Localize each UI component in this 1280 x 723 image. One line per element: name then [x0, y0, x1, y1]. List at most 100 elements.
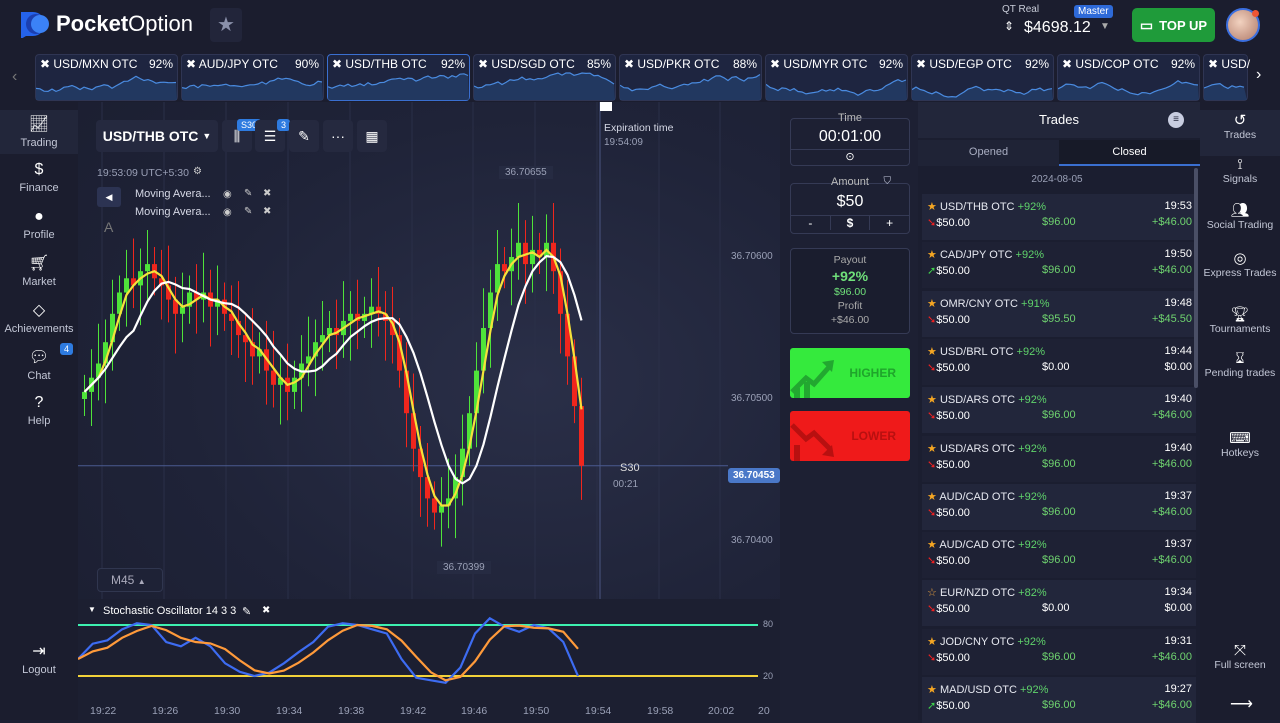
trade-row[interactable]: ★ USD/ARS OTC +92% 19:40 ➘$50.00 $96.00 +$46…	[922, 387, 1196, 434]
sidebar-item-logout[interactable]: ⇥ Logout	[0, 637, 78, 681]
avatar[interactable]	[1226, 8, 1260, 42]
chevron-down-icon[interactable]: ▼	[1100, 21, 1110, 32]
favorites-star-icon[interactable]: ★	[210, 8, 242, 42]
sidebar-item-trading[interactable]: 📈︎ Trading	[0, 110, 78, 154]
sidebar-item-tournaments[interactable]: 🏆︎ Tournaments	[1200, 307, 1280, 336]
switch-currency-icon[interactable]: ⇕	[1004, 19, 1014, 33]
sidebar-item-pending-trades[interactable]: ⌛︎ Pending trades	[1200, 351, 1280, 380]
ticker-2[interactable]: ✖ USD/THB OTC 92%	[327, 54, 470, 101]
pencil-icon[interactable]: ✎	[242, 605, 251, 618]
eye-icon[interactable]: ◉	[223, 189, 232, 200]
trade-row[interactable]: ★ MAD/USD OTC +92% 19:27 ➚$50.00 $96.00 +$46…	[922, 677, 1196, 723]
chevron-left-icon[interactable]: ‹	[12, 68, 17, 86]
star-outline-icon[interactable]: ☆	[927, 587, 937, 599]
star-icon[interactable]: ★	[927, 684, 937, 696]
higher-button[interactable]: HIGHER	[790, 348, 910, 398]
settings-gear-icon[interactable]: ⚙	[193, 166, 202, 177]
ticker-5[interactable]: ✖ USD/MYR OTC 92%	[765, 54, 908, 101]
amount-input[interactable]: Amount ⛉ $50 - $ +	[790, 176, 910, 234]
chevron-right-icon[interactable]: ›	[1256, 66, 1261, 84]
tab-closed[interactable]: Closed	[1059, 140, 1200, 166]
more-button[interactable]: ···	[323, 120, 353, 152]
star-icon[interactable]: ★	[927, 394, 937, 406]
sidebar-item-social-trading[interactable]: 👥︎ Social Trading	[1200, 203, 1280, 232]
clock-icon[interactable]: ⊙	[791, 149, 909, 163]
pencil-icon[interactable]: ✎	[244, 188, 252, 199]
star-icon[interactable]: ★	[927, 491, 937, 503]
trend-down-icon	[790, 423, 834, 461]
layout-button[interactable]: ▦	[357, 120, 387, 152]
collapse-indicators-button[interactable]: ◀	[97, 187, 121, 207]
arrow-right-icon[interactable]: ⟶	[1230, 694, 1253, 714]
sidebar-item-express-trades[interactable]: ◎ Express Trades	[1200, 251, 1280, 280]
sidebar-item-trades[interactable]: ↺ Trades	[1200, 110, 1280, 156]
trade-profit: +$46.00	[1151, 699, 1192, 711]
star-icon[interactable]: ★	[927, 298, 937, 310]
trade-row[interactable]: ★ CAD/JPY OTC +92% 19:50 ➚$50.00 $96.00 +$46…	[922, 242, 1196, 289]
pencil-icon[interactable]: ✎	[244, 206, 252, 217]
timeframe-selector[interactable]: M45 ▲	[97, 568, 163, 592]
list-menu-icon[interactable]: ≡	[1168, 112, 1184, 128]
time-value[interactable]: 00:01:00	[791, 128, 909, 146]
increase-amount-button[interactable]: +	[870, 216, 909, 230]
sidebar-item-chat[interactable]: 💬︎ Chat 4	[0, 343, 78, 387]
header: Pocket Option ★ QT Real Master ⇕ $4698.12…	[0, 0, 1280, 50]
account-selector[interactable]: QT Real Master ⇕ $4698.12 ▼	[1000, 3, 1120, 47]
close-icon[interactable]: ✖	[263, 206, 271, 217]
ticker-7[interactable]: ✖ USD/COP OTC 92%	[1057, 54, 1200, 101]
trade-row[interactable]: ★ AUD/CAD OTC +92% 19:37 ➘$50.00 $96.00 +$46…	[922, 483, 1196, 530]
top-up-button[interactable]: ▭ TOP UP	[1132, 8, 1215, 42]
decrease-amount-button[interactable]: -	[791, 216, 831, 230]
time-input[interactable]: Time 00:01:00 ⊙	[790, 112, 910, 166]
close-icon[interactable]: ✖	[262, 605, 270, 616]
candle-timer: 00:21	[613, 479, 639, 490]
logo[interactable]: Pocket Option	[18, 10, 193, 38]
trade-row[interactable]: ★ USD/THB OTC +92% 19:53 ➘$50.00 $96.00 +$46…	[922, 194, 1196, 240]
chart-area[interactable]: USD/THB OTC ▼ ⫼ S30 ☰ 3 ✎ ··· ▦ 19:53:09…	[78, 102, 780, 720]
trades-scrollbar[interactable]	[1194, 168, 1198, 388]
star-icon[interactable]: ★	[927, 636, 937, 648]
star-icon[interactable]: ★	[927, 443, 937, 455]
tab-opened[interactable]: Opened	[918, 140, 1059, 166]
arrow-down-icon: ➘	[927, 313, 937, 326]
trade-row[interactable]: ☆ EUR/NZD OTC +82% 19:34 ➘$50.00 $0.00 $0.00	[922, 580, 1196, 627]
ticker-1[interactable]: ✖ AUD/JPY OTC 90%	[181, 54, 324, 101]
sidebar-item-achievements[interactable]: ◇ Achievements	[0, 296, 78, 340]
trade-row[interactable]: ★ JOD/CNY OTC +92% 19:31 ➘$50.00 $96.00 +$46…	[922, 628, 1196, 675]
star-icon[interactable]: ★	[927, 539, 937, 551]
eye-icon[interactable]: ◉	[223, 207, 232, 218]
indicator-ma-1[interactable]: Moving Avera...	[135, 188, 211, 200]
lower-button[interactable]: LOWER	[790, 411, 910, 461]
star-icon[interactable]: ★	[927, 249, 937, 261]
ticker-3[interactable]: ✖ USD/SGD OTC 85%	[473, 54, 616, 101]
ticker-6[interactable]: ✖ USD/EGP OTC 92%	[911, 54, 1054, 101]
trade-row[interactable]: ★ AUD/CAD OTC +92% 19:37 ➘$50.00 $96.00 +$46…	[922, 532, 1196, 579]
sidebar-item-hotkeys[interactable]: ⌨ Hotkeys	[1200, 431, 1280, 460]
collapse-caret-icon[interactable]: ▼	[88, 605, 96, 614]
drawing-tools-button[interactable]: ✎	[289, 120, 319, 152]
close-icon[interactable]: ✖	[263, 188, 271, 199]
sidebar-item-signals[interactable]: ⟟ Signals	[1200, 157, 1280, 186]
star-icon[interactable]: ★	[927, 346, 937, 358]
indicator-ma-2[interactable]: Moving Avera...	[135, 206, 211, 218]
text-tool[interactable]: A	[104, 219, 113, 235]
trade-row[interactable]: ★ USD/ARS OTC +92% 19:40 ➘$50.00 $96.00 +$46…	[922, 435, 1196, 482]
sidebar-item-profile[interactable]: ● Profile	[0, 204, 78, 248]
amount-label: Amount	[831, 176, 869, 188]
amount-value[interactable]: $50	[791, 193, 909, 211]
currency-button[interactable]: $	[831, 216, 871, 230]
sidebar-item-full-screen[interactable]: ⤧ Full screen	[1200, 643, 1280, 672]
trade-row[interactable]: ★ OMR/CNY OTC +91% 19:48 ➘$50.00 $95.50 +$45…	[922, 290, 1196, 337]
higher-label: HIGHER	[849, 366, 896, 380]
asset-selector[interactable]: USD/THB OTC ▼	[96, 120, 218, 152]
trade-row[interactable]: ★ USD/BRL OTC +92% 19:44 ➘$50.00 $0.00 $0.00	[922, 338, 1196, 385]
sidebar-item-finance[interactable]: $ Finance	[0, 157, 78, 201]
ticker-8[interactable]: ✖ USD/	[1203, 54, 1250, 101]
sidebar-item-market[interactable]: 🛒︎ Market	[0, 249, 78, 293]
shield-icon[interactable]: ⛉	[884, 176, 892, 187]
asset-name: USD/THB OTC	[102, 128, 199, 144]
star-icon[interactable]: ★	[927, 201, 937, 213]
ticker-4[interactable]: ✖ USD/PKR OTC 88%	[619, 54, 762, 101]
ticker-0[interactable]: ✖ USD/MXN OTC 92%	[35, 54, 178, 101]
sidebar-item-help[interactable]: ? Help	[0, 390, 78, 434]
